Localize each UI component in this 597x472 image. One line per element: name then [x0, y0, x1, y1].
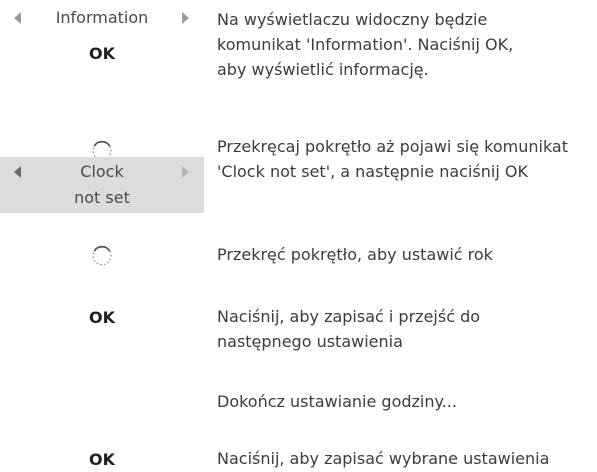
step-description: Naciśnij, aby zapisać i przejść do nastę…: [217, 307, 481, 351]
ok-label: OK: [89, 44, 115, 63]
step-description: Dokończ ustawianie godziny...: [217, 392, 457, 411]
arrow-right-icon: [182, 166, 189, 178]
arrow-right-icon: [182, 12, 189, 24]
rotary-dial-icon: [92, 245, 112, 266]
display-clock-not-set: Clock not set: [0, 157, 204, 213]
display-label: Information: [55, 8, 149, 27]
step-description: Przekręcaj pokrętło aż pojawi się komuni…: [217, 137, 569, 181]
display-line1: Clock: [80, 162, 124, 181]
step-description: Przekręć pokrętło, aby ustawić rok: [217, 245, 493, 264]
display-information: Information: [0, 0, 204, 36]
step-description: Na wyświetlaczu widoczny będzie komunika…: [217, 10, 514, 79]
display-line2: not set: [74, 188, 130, 207]
ok-label: OK: [89, 308, 115, 327]
ok-label: OK: [89, 450, 115, 469]
step-description: Naciśnij, aby zapisać wybrane ustawienia: [217, 449, 550, 468]
